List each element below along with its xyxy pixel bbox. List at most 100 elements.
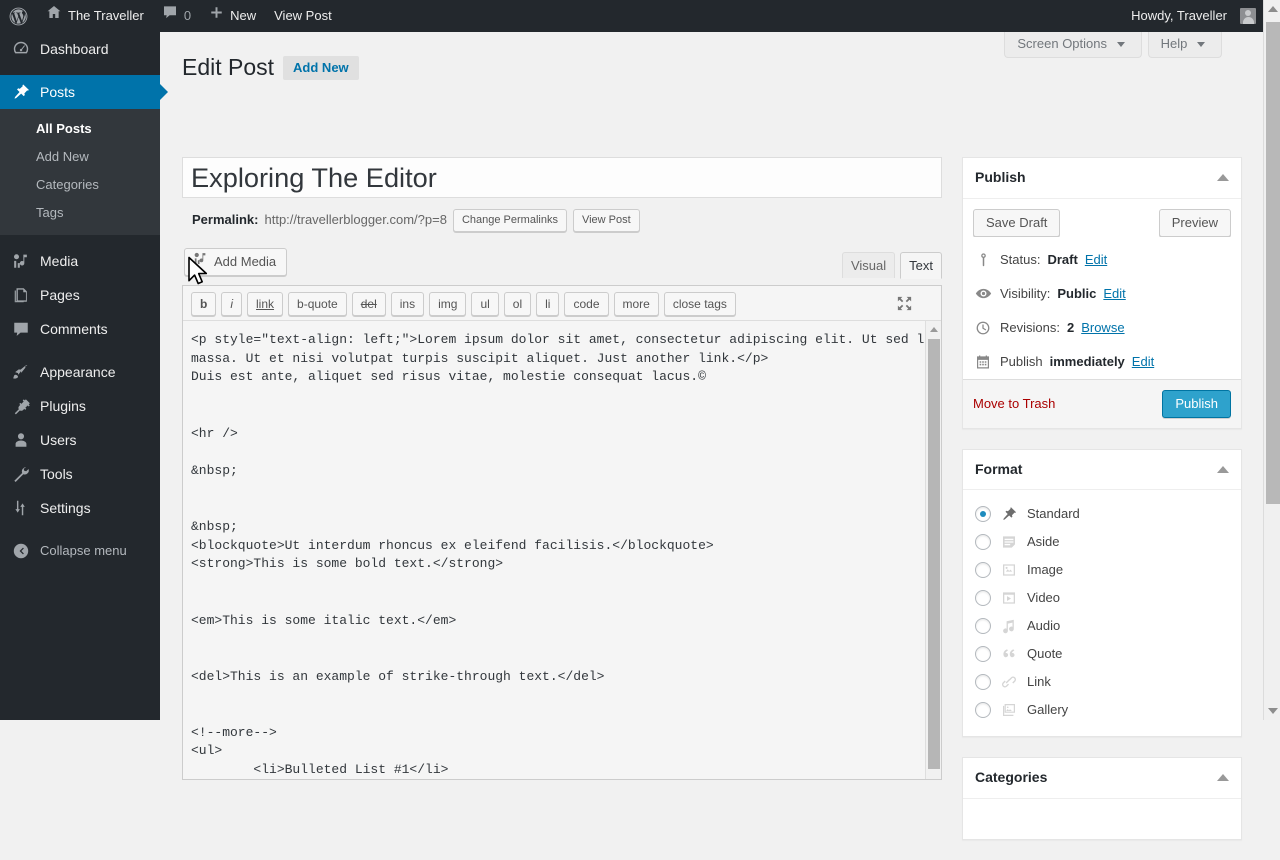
new-content-menu[interactable]: New — [200, 0, 265, 32]
format-option-standard[interactable]: Standard — [975, 500, 1229, 528]
format-box-header[interactable]: Format — [963, 450, 1241, 491]
radio-audio[interactable] — [975, 618, 991, 635]
quicktag-b-quote[interactable]: b-quote — [288, 292, 347, 316]
edit-publish-date-link[interactable]: Edit — [1132, 353, 1154, 371]
post-body-content: Permalink: http://travellerblogger.com/?… — [182, 157, 942, 780]
quicktag-li[interactable]: li — [536, 292, 560, 316]
sidebar-item-label: Plugins — [40, 398, 86, 414]
quicktag-ol[interactable]: ol — [503, 292, 532, 316]
pin-icon — [1000, 505, 1018, 523]
quicktag-del[interactable]: del — [351, 292, 386, 316]
add-new-post-button[interactable]: Add New — [283, 55, 359, 80]
chevron-up-icon[interactable] — [1217, 465, 1229, 473]
status-value: Draft — [1047, 251, 1078, 267]
dashboard-icon — [11, 39, 31, 59]
scroll-up-arrow-icon[interactable] — [1268, 6, 1278, 12]
browse-revisions-link[interactable]: Browse — [1081, 319, 1124, 337]
pin-icon — [973, 252, 993, 267]
editor-scrollbar[interactable] — [925, 321, 941, 779]
editor-scrollbar-thumb[interactable] — [928, 339, 940, 769]
brush-icon — [11, 362, 31, 382]
chevron-up-icon[interactable] — [1217, 774, 1229, 782]
collapse-menu-button[interactable]: Collapse menu — [0, 534, 160, 568]
posts-submenu: All Posts Add New Categories Tags — [0, 109, 160, 235]
site-name-menu[interactable]: The Traveller — [37, 0, 153, 32]
save-draft-button[interactable]: Save Draft — [973, 208, 1061, 237]
tab-visual[interactable]: Visual — [841, 252, 896, 278]
post-title-input[interactable] — [182, 157, 942, 198]
comments-bubble[interactable]: 0 — [153, 0, 200, 32]
add-media-button[interactable]: Add Media — [184, 248, 288, 276]
sidebar-item-appearance[interactable]: Appearance — [0, 355, 160, 389]
publish-when-value: immediately — [1049, 353, 1125, 369]
page-scrollbar-thumb[interactable] — [1266, 22, 1280, 504]
format-option-image[interactable]: Image — [975, 556, 1229, 584]
quicktag-close-tags[interactable]: close tags — [663, 292, 736, 316]
move-to-trash-link[interactable]: Move to Trash — [973, 396, 1055, 411]
scroll-up-arrow-icon[interactable] — [930, 327, 938, 332]
delete-action: Move to Trash — [973, 395, 1055, 413]
format-label: Link — [1027, 674, 1051, 690]
sidebar-item-comments[interactable]: Comments — [0, 312, 160, 346]
sidebar-item-posts[interactable]: Posts — [0, 75, 168, 109]
categories-box-header[interactable]: Categories — [963, 758, 1241, 799]
sidebar-item-tools[interactable]: Tools — [0, 457, 160, 491]
format-option-video[interactable]: Video — [975, 584, 1229, 612]
page-scrollbar[interactable] — [1263, 0, 1280, 720]
change-permalinks-button[interactable]: Change Permalinks — [452, 208, 567, 232]
sidebar-item-media[interactable]: Media — [0, 244, 160, 278]
radio-standard[interactable] — [975, 506, 991, 523]
view-post-button[interactable]: View Post — [572, 208, 640, 232]
edit-visibility-link[interactable]: Edit — [1103, 285, 1125, 303]
audio-icon — [1000, 617, 1018, 635]
quicktag-code[interactable]: code — [564, 292, 609, 316]
post-visibility-row: Visibility: Public Edit — [963, 277, 1241, 311]
quicktag-i[interactable]: i — [221, 292, 243, 316]
new-label: New — [230, 8, 257, 23]
quicktag-link[interactable]: link — [247, 292, 284, 316]
radio-video[interactable] — [975, 590, 991, 607]
radio-aside[interactable] — [975, 534, 991, 551]
chevron-up-icon[interactable] — [1217, 174, 1229, 182]
publish-box-header[interactable]: Publish — [963, 158, 1241, 199]
radio-image[interactable] — [975, 562, 991, 579]
view-post-link[interactable]: View Post — [265, 0, 341, 32]
format-label: Video — [1027, 590, 1061, 606]
site-name-label: The Traveller — [68, 8, 144, 23]
quicktag-ins[interactable]: ins — [390, 292, 425, 316]
edit-status-link[interactable]: Edit — [1085, 251, 1107, 269]
quicktag-more[interactable]: more — [613, 292, 659, 316]
quicktag-b[interactable]: b — [191, 292, 217, 316]
radio-link[interactable] — [975, 674, 991, 691]
sidebar-item-settings[interactable]: Settings — [0, 491, 160, 525]
radio-quote[interactable] — [975, 646, 991, 663]
sidebar-item-users[interactable]: Users — [0, 423, 160, 457]
screen-options-toggle[interactable]: Screen Options — [1004, 32, 1142, 58]
fullscreen-icon[interactable] — [896, 295, 913, 312]
misc-publishing-actions: Status: Draft Edit Visibility: Public Ed… — [963, 237, 1241, 379]
sidebar-item-dashboard[interactable]: Dashboard — [0, 32, 160, 66]
post-content-textarea[interactable] — [183, 321, 941, 779]
format-option-link[interactable]: Link — [975, 668, 1229, 696]
scroll-down-arrow-icon[interactable] — [1268, 708, 1278, 714]
sidebar-subitem-tags[interactable]: Tags — [0, 199, 160, 227]
preview-button[interactable]: Preview — [1158, 208, 1231, 237]
format-option-aside[interactable]: Aside — [975, 528, 1229, 556]
publish-button[interactable]: Publish — [1162, 389, 1231, 418]
sidebar-subitem-all-posts[interactable]: All Posts — [0, 115, 160, 143]
help-toggle[interactable]: Help — [1147, 32, 1222, 58]
admin-bar: The Traveller 0 New View Post Howdy, Tra… — [0, 0, 1280, 32]
quicktag-img[interactable]: img — [429, 292, 467, 316]
quicktag-ul[interactable]: ul — [471, 292, 499, 316]
format-option-quote[interactable]: Quote — [975, 640, 1229, 668]
sidebar-subitem-add-new[interactable]: Add New — [0, 143, 160, 171]
wordpress-logo-button[interactable] — [0, 0, 37, 32]
format-option-audio[interactable]: Audio — [975, 612, 1229, 640]
sidebar-subitem-categories[interactable]: Categories — [0, 171, 160, 199]
video-icon — [1000, 589, 1018, 607]
sidebar-item-plugins[interactable]: Plugins — [0, 389, 160, 423]
sidebar-item-pages[interactable]: Pages — [0, 278, 160, 312]
my-account-menu[interactable]: Howdy, Traveller — [1122, 0, 1256, 32]
radio-gallery[interactable] — [975, 702, 991, 719]
tab-text[interactable]: Text — [900, 252, 942, 279]
